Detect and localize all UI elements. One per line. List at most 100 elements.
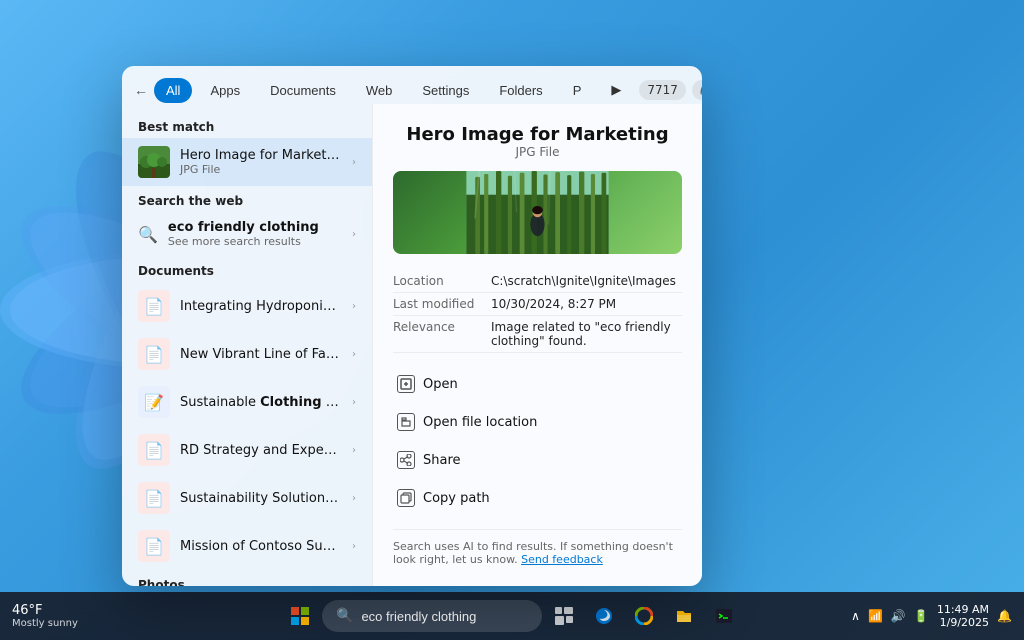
detail-actions: Open Open file location Share <box>393 369 682 513</box>
left-panel: Best match Hero Image for Marketing <box>122 104 372 586</box>
system-clock[interactable]: 11:49 AM 1/9/2025 <box>937 603 989 629</box>
tab-folders[interactable]: Folders <box>487 78 554 103</box>
doc-item-2[interactable]: 📄 New Vibrant Line of Fabrics › <box>122 330 372 378</box>
detail-image <box>393 171 682 254</box>
relevance-label: Relevance <box>393 320 483 348</box>
feedback-link[interactable]: Send feedback <box>521 553 603 566</box>
doc-text-2: New Vibrant Line of Fabrics <box>180 347 342 362</box>
photos-label: Photos <box>122 570 372 586</box>
volume-icon[interactable]: 🔊 <box>891 609 906 623</box>
clock-time: 11:49 AM <box>937 603 989 616</box>
doc-chevron-1: › <box>352 301 356 312</box>
search-web-label: Search the web <box>122 186 372 212</box>
open-location-icon <box>397 413 415 431</box>
meta-location: Location C:\scratch\Ignite\Ignite\Images <box>393 270 682 293</box>
doc-title-4: RD Strategy and Expenses <box>180 443 342 458</box>
doc-item-6[interactable]: 📄 Mission of Contoso Sustainable F... › <box>122 522 372 570</box>
doc-icon-1: 📄 <box>138 290 170 322</box>
doc-chevron-4: › <box>352 445 356 456</box>
weather-widget[interactable]: 46°F Mostly sunny <box>12 603 78 629</box>
app-icon-1[interactable] <box>626 598 662 634</box>
meta-modified: Last modified 10/30/2024, 8:27 PM <box>393 293 682 316</box>
documents-label: Documents <box>122 256 372 282</box>
doc-chevron-5: › <box>352 493 356 504</box>
web-search-item[interactable]: 🔍 eco friendly clothing See more search … <box>122 212 372 256</box>
open-location-label: Open file location <box>423 415 537 430</box>
copy-path-label: Copy path <box>423 491 490 506</box>
doc-item-5[interactable]: 📄 Sustainability Solution for Future ...… <box>122 474 372 522</box>
copy-path-button[interactable]: Copy path <box>393 483 682 513</box>
best-match-title: Hero Image for Marketing <box>180 148 342 163</box>
location-value: C:\scratch\Ignite\Ignite\Images <box>491 274 682 288</box>
doc-chevron-6: › <box>352 541 356 552</box>
doc-icon-6: 📄 <box>138 530 170 562</box>
best-match-item[interactable]: Hero Image for Marketing JPG File › <box>122 138 372 186</box>
doc-item-1[interactable]: 📄 Integrating Hydroponics in Manu... › <box>122 282 372 330</box>
file-explorer-button[interactable] <box>666 598 702 634</box>
best-match-text: Hero Image for Marketing JPG File <box>180 148 342 176</box>
doc-icon-3: 📝 <box>138 386 170 418</box>
doc-text-1: Integrating Hydroponics in Manu... <box>180 299 342 314</box>
detail-meta: Location C:\scratch\Ignite\Ignite\Images… <box>393 270 682 353</box>
share-button[interactable]: Share <box>393 445 682 475</box>
taskbar-search[interactable]: 🔍 eco friendly clothing <box>322 600 542 632</box>
topbar-count-badge: 7717 <box>639 80 686 100</box>
doc-title-5: Sustainability Solution for Future ... <box>180 491 342 506</box>
best-match-chevron: › <box>352 157 356 168</box>
chevron-up-icon[interactable]: ∧ <box>851 609 860 623</box>
tab-play[interactable]: ▶ <box>599 77 633 103</box>
best-match-subtitle: JPG File <box>180 163 342 176</box>
see-more-text: See more search results <box>168 235 342 248</box>
web-query: eco friendly clothing <box>168 220 342 235</box>
open-button[interactable]: Open <box>393 369 682 399</box>
taskbar-search-icon: 🔍 <box>336 608 353 624</box>
doc-text-3: Sustainable Clothing Marketing ... <box>180 395 342 410</box>
doc-text-5: Sustainability Solution for Future ... <box>180 491 342 506</box>
doc-chevron-3: › <box>352 397 356 408</box>
clock-date: 1/9/2025 <box>937 616 989 629</box>
detail-title: Hero Image for Marketing <box>393 124 682 145</box>
search-icon: 🔍 <box>138 225 158 244</box>
tab-apps[interactable]: Apps <box>198 78 252 103</box>
doc-item-4[interactable]: 📄 RD Strategy and Expenses › <box>122 426 372 474</box>
tab-p[interactable]: P <box>561 78 594 103</box>
popup-content: Best match Hero Image for Marketing <box>122 104 702 586</box>
search-popup: ← All Apps Documents Web Settings Folder… <box>122 66 702 586</box>
doc-title-2: New Vibrant Line of Fabrics <box>180 347 342 362</box>
tab-documents[interactable]: Documents <box>258 78 348 103</box>
terminal-button[interactable] <box>706 598 742 634</box>
task-view-button[interactable] <box>546 598 582 634</box>
modified-value: 10/30/2024, 8:27 PM <box>491 297 682 311</box>
open-label: Open <box>423 377 458 392</box>
back-button[interactable]: ← <box>134 76 148 104</box>
edge-browser-button[interactable] <box>586 598 622 634</box>
right-panel: Hero Image for Marketing JPG File <box>372 104 702 586</box>
popup-topbar: ← All Apps Documents Web Settings Folder… <box>122 66 702 104</box>
relevance-value: Image related to "eco friendly clothing"… <box>491 320 682 348</box>
share-label: Share <box>423 453 461 468</box>
web-search-chevron: › <box>352 229 356 240</box>
best-match-icon <box>138 146 170 178</box>
notification-icon[interactable]: 🔔 <box>997 609 1012 623</box>
weather-temp: 46°F <box>12 603 78 618</box>
open-location-button[interactable]: Open file location <box>393 407 682 437</box>
network-icon[interactable]: 📶 <box>868 609 883 623</box>
share-icon <box>397 451 415 469</box>
doc-title-1: Integrating Hydroponics in Manu... <box>180 299 342 314</box>
tab-all[interactable]: All <box>154 78 192 103</box>
system-tray: ∧ 📶 🔊 🔋 11:49 AM 1/9/2025 🔔 <box>851 603 1012 629</box>
web-search-text: eco friendly clothing See more search re… <box>168 220 342 248</box>
doc-item-3[interactable]: 📝 Sustainable Clothing Marketing ... › <box>122 378 372 426</box>
detail-subtitle: JPG File <box>393 145 682 159</box>
taskbar-search-input[interactable] <box>361 609 521 624</box>
doc-icon-4: 📄 <box>138 434 170 466</box>
tab-settings[interactable]: Settings <box>410 78 481 103</box>
battery-icon[interactable]: 🔋 <box>914 609 929 623</box>
modified-label: Last modified <box>393 297 483 311</box>
tab-web[interactable]: Web <box>354 78 405 103</box>
taskbar: 46°F Mostly sunny 🔍 eco friendly clothin… <box>0 592 1024 640</box>
taskbar-center: 🔍 eco friendly clothing <box>282 598 742 634</box>
topbar-game-badge: 🎮 <box>692 80 702 100</box>
start-button[interactable] <box>282 598 318 634</box>
copy-path-icon <box>397 489 415 507</box>
